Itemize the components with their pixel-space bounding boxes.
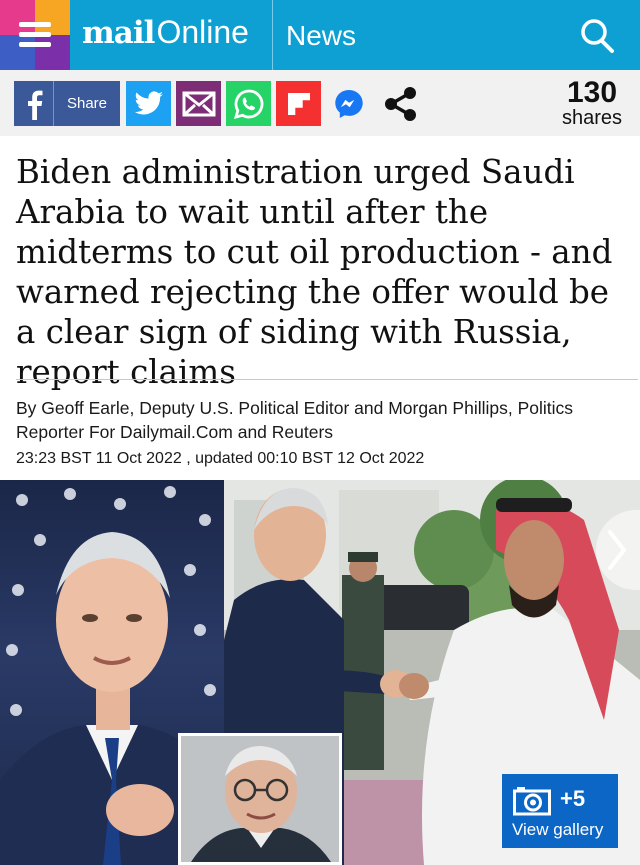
article-byline: By Geoff Earle, Deputy U.S. Political Ed… — [16, 398, 574, 442]
gallery-more-count: +5 — [560, 786, 586, 811]
photo-inset-portrait — [178, 733, 342, 865]
share-icon — [384, 86, 416, 121]
messenger-icon — [334, 89, 363, 118]
facebook-icon — [14, 81, 54, 126]
camera-icon — [513, 787, 551, 816]
email-share-button[interactable] — [176, 81, 221, 126]
header-divider — [272, 0, 273, 70]
view-gallery-label: View gallery — [512, 820, 604, 839]
article-headline: Biden administration urged Saudi Arabia … — [16, 153, 613, 391]
site-header: mail Online News — [0, 0, 640, 70]
logo-mail: mail — [82, 15, 155, 51]
search-icon — [581, 19, 614, 53]
messenger-share-button[interactable] — [326, 81, 371, 126]
facebook-share-button[interactable]: Share — [14, 81, 120, 126]
article-photo-composite[interactable]: +5 View gallery — [0, 480, 640, 865]
headline-divider — [16, 379, 638, 380]
share-bar: Share 130 shares — [0, 70, 640, 136]
search-button[interactable] — [575, 14, 619, 58]
whatsapp-share-button[interactable] — [226, 81, 271, 126]
email-icon — [182, 91, 215, 116]
flipboard-share-button[interactable] — [276, 81, 321, 126]
menu-button[interactable] — [0, 0, 70, 70]
logo-online: Online — [156, 14, 249, 50]
view-gallery-button[interactable]: +5 View gallery — [502, 774, 618, 848]
whatsapp-icon — [233, 89, 263, 119]
share-count-number: 130 — [566, 76, 618, 109]
gallery-next-button[interactable] — [596, 510, 640, 590]
flipboard-icon — [287, 92, 310, 115]
twitter-icon — [134, 90, 163, 115]
site-logo[interactable]: mail Online — [82, 14, 249, 56]
share-count: 130 shares — [561, 76, 622, 129]
section-link-news[interactable]: News — [286, 20, 356, 52]
article-dateline: 23:23 BST 11 Oct 2022 , updated 00:10 BS… — [16, 450, 425, 467]
share-count-label: shares — [561, 107, 622, 129]
chevron-right-icon — [608, 530, 626, 570]
twitter-share-button[interactable] — [126, 81, 171, 126]
facebook-share-label: Share — [66, 95, 108, 112]
menu-icon — [19, 22, 51, 48]
more-share-button[interactable] — [378, 81, 423, 126]
